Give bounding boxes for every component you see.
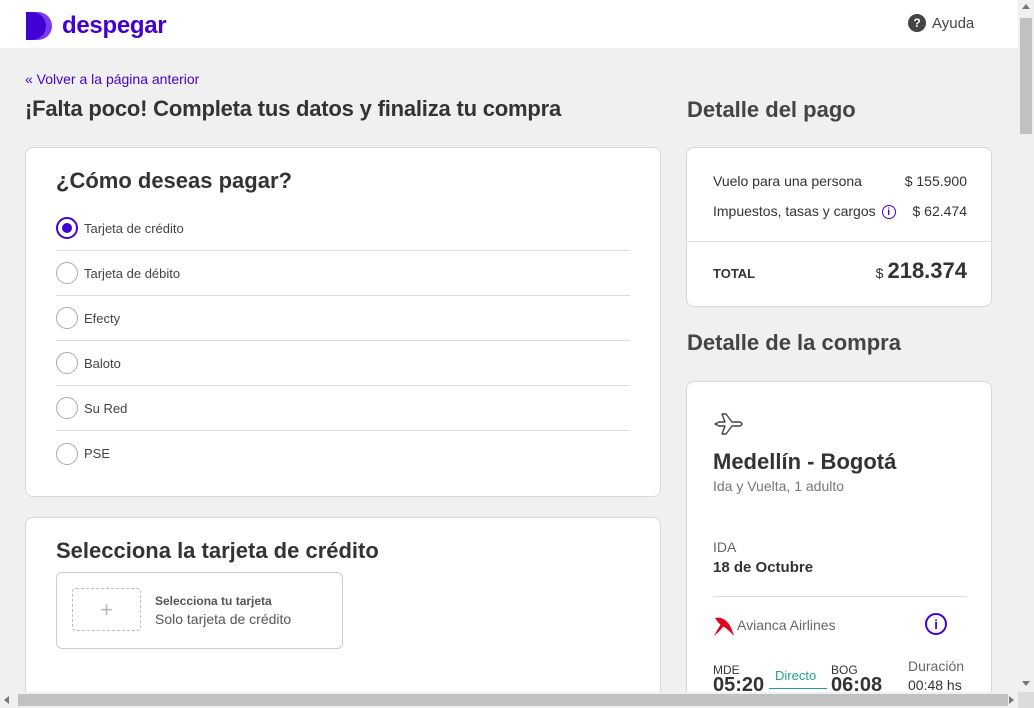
total-amount-wrap: $ 218.374 <box>876 258 967 284</box>
payment-option-debit-card[interactable]: Tarjeta de débito <box>56 251 630 296</box>
flight-price-row: Vuelo para una persona $ 155.900 <box>713 173 967 189</box>
question-circle-icon: ? <box>908 14 926 32</box>
payment-option-label: Efecty <box>84 310 121 326</box>
info-icon[interactable]: i <box>881 205 896 220</box>
vertical-scroll-thumb[interactable] <box>1020 18 1032 134</box>
divider <box>713 596 967 597</box>
payment-option-efecty[interactable]: Efecty <box>56 296 630 341</box>
scroll-up-arrow-icon[interactable] <box>1022 4 1030 9</box>
flight-price-amount: $ 155.900 <box>904 173 967 189</box>
payment-option-pse[interactable]: PSE <box>56 431 630 476</box>
stops-label: Directo <box>775 668 817 683</box>
radio-debit-card[interactable] <box>56 262 78 284</box>
payment-method-card: ¿Cómo deseas pagar? Tarjeta de crédito T… <box>25 147 661 497</box>
scroll-right-arrow-icon[interactable] <box>1009 696 1014 704</box>
radio-credit-card[interactable] <box>56 217 78 239</box>
total-currency: $ <box>875 265 884 281</box>
credit-card-section: Selecciona la tarjeta de crédito + Selec… <box>25 517 661 708</box>
taxes-label: Impuestos, tasas y cargos <box>713 203 876 219</box>
flight-price-label: Vuelo para una persona <box>713 173 862 189</box>
radio-su-red[interactable] <box>56 397 78 419</box>
info-icon[interactable]: i <box>925 613 947 635</box>
select-card-button[interactable]: + Selecciona tu tarjeta Solo tarjeta de … <box>56 572 343 649</box>
payment-option-label: Baloto <box>84 355 121 371</box>
horizontal-scrollbar[interactable] <box>0 692 1018 708</box>
payment-option-baloto[interactable]: Baloto <box>56 341 630 386</box>
duration-label: Duración <box>908 658 965 674</box>
flight-line <box>769 688 827 689</box>
avianca-logo-icon <box>713 612 735 643</box>
airline-name: Avianca Airlines <box>737 617 836 633</box>
page-title: ¡Falta poco! Completa tus datos y finali… <box>25 96 562 121</box>
radio-baloto[interactable] <box>56 352 78 374</box>
select-card-label: Selecciona tu tarjeta <box>155 594 272 608</box>
taxes-label-wrap: Impuestos, tasas y cargos i <box>713 203 896 220</box>
total-label: TOTAL <box>713 266 756 281</box>
brand-name: despegar <box>62 12 167 39</box>
scroll-left-arrow-icon[interactable] <box>4 696 9 704</box>
payment-method-title: ¿Cómo deseas pagar? <box>56 168 292 193</box>
radio-pse[interactable] <box>56 442 78 465</box>
divider <box>687 241 991 242</box>
leg-label: IDA <box>713 539 737 555</box>
vertical-scrollbar[interactable] <box>1018 0 1034 708</box>
purchase-detail-card: Medellín - Bogotá Ida y Vuelta, 1 adulto… <box>686 381 992 708</box>
route-title: Medellín - Bogotá <box>713 449 897 474</box>
payment-option-label: Tarjeta de débito <box>84 265 181 281</box>
payment-detail-card: Vuelo para una persona $ 155.900 Impuest… <box>686 147 992 307</box>
top-header: despegar ? Ayuda <box>0 0 1018 48</box>
scrollbar-corner <box>1018 692 1034 708</box>
back-link[interactable]: « Volver a la página anterior <box>25 71 199 87</box>
payment-option-su-red[interactable]: Su Red <box>56 386 630 431</box>
duration-value: 00:48 hs <box>908 677 962 693</box>
despegar-logo-mark <box>24 10 56 42</box>
select-card-sublabel: Solo tarjeta de crédito <box>155 611 292 627</box>
despegar-logo[interactable]: despegar <box>24 10 167 42</box>
horizontal-scroll-thumb[interactable] <box>18 694 1008 706</box>
payment-option-label: PSE <box>84 446 111 461</box>
taxes-amount: $ 62.474 <box>912 203 968 220</box>
purchase-detail-title: Detalle de la compra <box>687 330 901 355</box>
help-link[interactable]: ? Ayuda <box>908 14 974 32</box>
leg-date: 18 de Octubre <box>713 559 814 576</box>
airplane-icon <box>713 412 745 441</box>
plus-icon: + <box>72 588 141 631</box>
payment-option-label: Su Red <box>84 400 128 416</box>
route-subtitle: Ida y Vuelta, 1 adulto <box>713 478 845 494</box>
radio-efecty[interactable] <box>56 307 78 329</box>
payment-option-label: Tarjeta de crédito <box>84 220 184 236</box>
taxes-row: Impuestos, tasas y cargos i $ 62.474 <box>713 203 968 220</box>
payment-detail-title: Detalle del pago <box>687 97 856 122</box>
credit-card-title: Selecciona la tarjeta de crédito <box>56 538 379 563</box>
total-amount: 218.374 <box>887 258 967 283</box>
payment-option-credit-card[interactable]: Tarjeta de crédito <box>56 206 630 251</box>
scroll-down-arrow-icon[interactable] <box>1022 681 1030 686</box>
help-label: Ayuda <box>932 14 975 32</box>
